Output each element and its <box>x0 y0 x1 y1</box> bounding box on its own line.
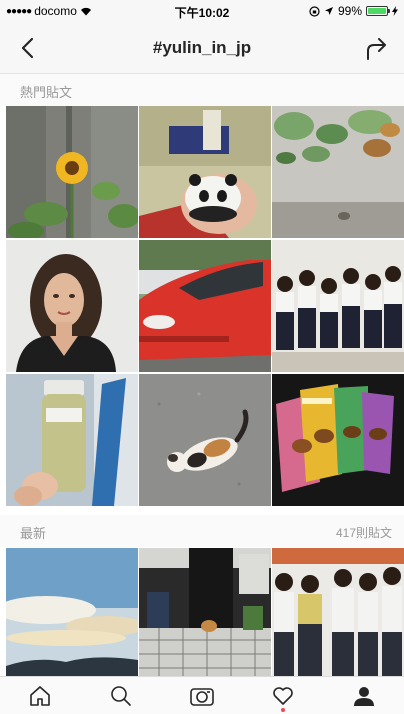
status-bar: ●●●●● docomo 下午10:02 99% <box>0 0 404 22</box>
tab-search[interactable] <box>101 679 141 713</box>
leaves-photo[interactable] <box>272 106 404 238</box>
status-right: 99% <box>309 4 398 18</box>
cat-photo[interactable] <box>139 374 271 506</box>
battery-percent: 99% <box>337 4 362 18</box>
profile-icon <box>353 686 374 706</box>
top-posts-label: 熱門貼文 <box>20 85 73 100</box>
tab-home[interactable] <box>20 679 60 713</box>
search-icon <box>111 685 131 706</box>
notification-dot <box>280 707 285 712</box>
sky-photo[interactable] <box>6 548 138 676</box>
top-posts-grid <box>6 106 404 508</box>
panda-plush-photo[interactable] <box>139 106 271 238</box>
home-icon <box>30 685 51 706</box>
nav-bar: #yulin_in_jp <box>0 22 404 74</box>
page-title: #yulin_in_jp <box>152 38 252 57</box>
location-arrow-icon <box>324 7 333 15</box>
group-photo[interactable] <box>272 548 404 676</box>
charging-bolt-icon <box>392 6 398 16</box>
tab-bar <box>0 676 404 714</box>
top-posts-header: 熱門貼文 <box>0 74 404 106</box>
camera-icon <box>190 687 214 706</box>
recent-grid <box>6 548 404 676</box>
tea-packages-photo[interactable] <box>272 374 404 506</box>
tab-profile[interactable] <box>344 679 384 713</box>
tab-activity[interactable] <box>263 679 303 713</box>
red-car-photo[interactable] <box>139 240 271 372</box>
recent-label: 最新 <box>20 526 47 541</box>
tab-camera[interactable] <box>182 679 222 713</box>
students-photo[interactable] <box>272 240 404 372</box>
drink-bottle-photo[interactable] <box>6 374 138 506</box>
post-count: 417則貼文 <box>335 526 392 540</box>
street-photo[interactable] <box>139 548 271 676</box>
heart-icon <box>272 686 293 705</box>
recent-header: 最新 417則貼文 <box>0 515 404 547</box>
share-button[interactable] <box>364 34 390 62</box>
woman-portrait-photo[interactable] <box>6 240 138 372</box>
battery-icon <box>366 6 390 16</box>
sunflower-photo[interactable] <box>6 106 138 238</box>
share-arrow-icon <box>367 38 386 60</box>
orientation-lock-icon <box>309 5 320 17</box>
